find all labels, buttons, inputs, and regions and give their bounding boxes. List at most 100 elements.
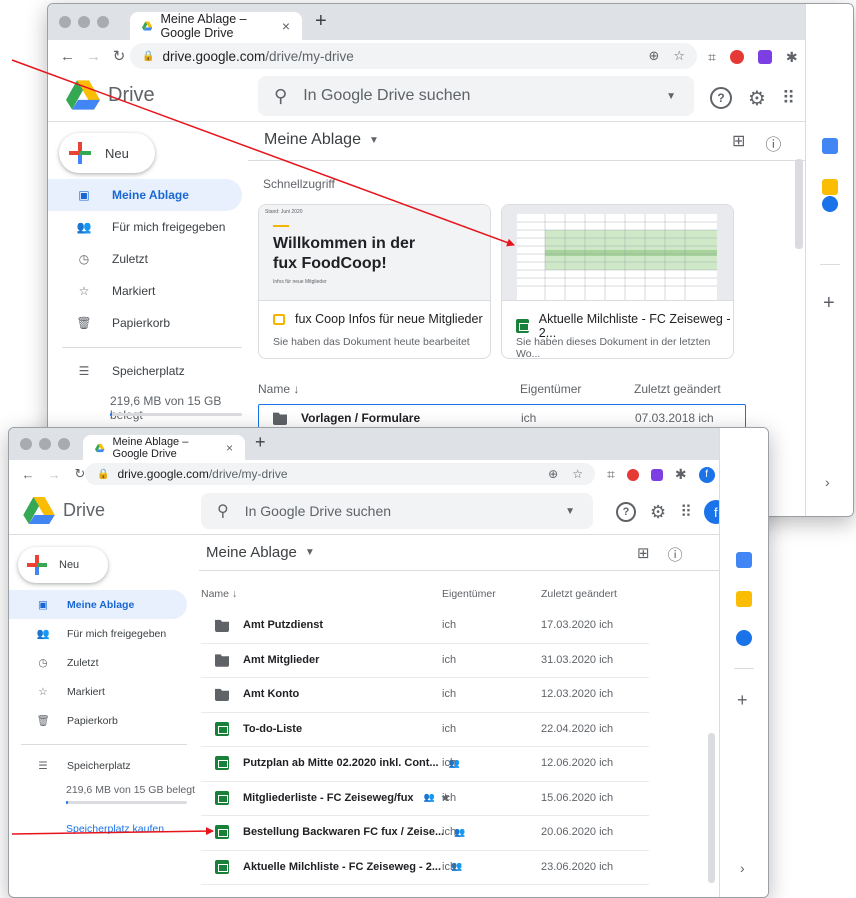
puzzle-extensions-icon[interactable]: ✱ xyxy=(786,49,798,66)
table-row[interactable]: Putzplan ab Mitte 02.2020 inkl. Cont... 👥… xyxy=(201,746,649,782)
close-window-dot[interactable] xyxy=(59,16,71,28)
add-circle-icon[interactable]: ⊕ xyxy=(648,48,659,64)
heart-ext-icon[interactable] xyxy=(626,468,639,481)
purple-ext-icon[interactable] xyxy=(650,468,663,481)
quick-access-card[interactable]: Stand: Juni 2020 Willkommen in der fux F… xyxy=(258,204,491,359)
name-column-header[interactable]: Name ↓ xyxy=(258,382,299,396)
reload-icon[interactable]: ↻ xyxy=(112,47,126,65)
browser-tab[interactable]: Meine Ablage – Google Drive × xyxy=(130,12,302,40)
add-addon-icon[interactable]: + xyxy=(737,690,748,711)
sidebar-item-trash[interactable]: 🗑 Papierkorb xyxy=(48,307,170,339)
sidebar-item-shared[interactable]: 👥 Für mich freigegeben xyxy=(48,211,226,243)
search-icon[interactable]: ⚲ xyxy=(274,86,287,107)
expand-panel-icon[interactable]: › xyxy=(825,474,830,490)
search-options-icon[interactable]: ▼ xyxy=(565,506,575,517)
bookmark-star-icon[interactable]: ☆ xyxy=(572,467,583,481)
grid-view-icon[interactable]: ⊞ xyxy=(732,131,745,155)
title-dropdown-icon[interactable]: ▼ xyxy=(305,547,315,558)
page-title[interactable]: Meine Ablage ▼ xyxy=(264,131,379,149)
new-tab-button[interactable]: + xyxy=(255,432,266,453)
drive-logo[interactable]: Drive xyxy=(66,80,155,110)
table-row[interactable]: Amt Konto ich 12.03.2020 ich xyxy=(201,677,649,713)
forward-arrow-icon[interactable]: → xyxy=(47,467,61,482)
minimize-window-dot[interactable] xyxy=(78,16,90,28)
search-icon[interactable]: ⚲ xyxy=(217,501,229,521)
add-addon-icon[interactable]: + xyxy=(823,292,835,315)
sidebar-item-recent[interactable]: ◷ Zuletzt xyxy=(9,648,98,677)
table-row[interactable]: Amt Putzdienst ich 17.03.2020 ich xyxy=(201,608,649,644)
sidebar-item-storage[interactable]: ☰ Speicherplatz xyxy=(9,753,130,779)
new-button[interactable]: Neu xyxy=(18,547,108,583)
new-button[interactable]: Neu xyxy=(59,133,155,173)
calendar-icon[interactable] xyxy=(822,138,838,154)
apps-grid-icon[interactable]: ⠿ xyxy=(782,88,795,109)
sidebar-item-storage[interactable]: ☰ Speicherplatz xyxy=(48,357,185,385)
close-tab-icon[interactable]: × xyxy=(226,441,233,455)
table-row[interactable]: Amt Mitglieder ich 31.03.2020 ich xyxy=(201,643,649,678)
settings-gear-icon[interactable]: ⚙ xyxy=(748,86,766,111)
table-row[interactable]: To-do-Liste ich 22.04.2020 ich xyxy=(201,712,649,747)
heart-ext-icon[interactable] xyxy=(729,50,744,64)
sidebar-item-trash[interactable]: 🗑 Papierkorb xyxy=(9,706,117,735)
search-input[interactable]: In Google Drive suchen xyxy=(245,503,391,519)
help-icon[interactable]: ? xyxy=(616,502,636,522)
omnibox[interactable]: 🔒 drive.google.com /drive/my-drive ⊕ ☆ xyxy=(85,463,595,485)
search-box[interactable]: ⚲ In Google Drive suchen ▼ xyxy=(201,493,593,529)
table-row[interactable]: Mitgliederliste - FC Zeiseweg/fux 👥 ★ ich 15… xyxy=(201,781,649,816)
bookmark-star-icon[interactable]: ☆ xyxy=(673,48,685,64)
title-dropdown-icon[interactable]: ▼ xyxy=(369,135,379,146)
sidebar-item-starred[interactable]: ☆ Markiert xyxy=(48,275,156,307)
tasks-icon[interactable] xyxy=(822,196,838,212)
back-arrow-icon[interactable]: ← xyxy=(21,467,35,482)
close-tab-icon[interactable]: × xyxy=(282,18,290,34)
settings-gear-icon[interactable]: ⚙ xyxy=(650,502,666,523)
window-controls[interactable] xyxy=(59,16,109,28)
name-column-header[interactable]: Name ↓ xyxy=(201,588,237,600)
add-circle-icon[interactable]: ⊕ xyxy=(548,467,558,481)
scrollbar[interactable] xyxy=(708,733,715,883)
table-row[interactable]: Bestellung Backwaren FC fux / Zeise... 👥 i… xyxy=(201,815,649,851)
maximize-window-dot[interactable] xyxy=(97,16,109,28)
search-input[interactable]: In Google Drive suchen xyxy=(303,87,470,105)
screenshot-ext-icon[interactable]: ⌗ xyxy=(708,49,716,66)
help-icon[interactable]: ? xyxy=(710,87,732,109)
new-tab-button[interactable]: + xyxy=(315,10,327,33)
apps-grid-icon[interactable]: ⠿ xyxy=(680,502,692,522)
back-arrow-icon[interactable]: ← xyxy=(60,48,75,65)
info-icon[interactable]: ⓘ xyxy=(668,544,683,565)
omnibox[interactable]: 🔒 drive.google.com /drive/my-drive ⊕ ☆ xyxy=(130,43,697,69)
browser-profile-avatar[interactable]: f xyxy=(698,466,715,483)
sidebar-item-my-drive[interactable]: ▣ Meine Ablage xyxy=(48,179,242,211)
quick-access-card[interactable]: Aktuelle Milchliste - FC Zeiseweg - 2...… xyxy=(501,204,734,359)
owner-column-header[interactable]: Eigentümer xyxy=(442,588,496,600)
maximize-window-dot[interactable] xyxy=(58,438,70,450)
window-controls[interactable] xyxy=(20,438,70,450)
page-title[interactable]: Meine Ablage ▼ xyxy=(206,544,315,561)
scrollbar[interactable] xyxy=(795,159,803,249)
screenshot-ext-icon[interactable]: ⌗ xyxy=(607,466,615,483)
info-icon[interactable]: ⓘ xyxy=(765,131,781,155)
forward-arrow-icon[interactable]: → xyxy=(86,48,101,65)
sidebar-item-my-drive[interactable]: ▣ Meine Ablage xyxy=(9,590,187,619)
grid-view-icon[interactable]: ⊞ xyxy=(637,544,650,565)
search-options-icon[interactable]: ▼ xyxy=(666,91,676,102)
keep-icon[interactable] xyxy=(736,591,752,607)
owner-column-header[interactable]: Eigentümer xyxy=(520,382,581,396)
puzzle-extensions-icon[interactable]: ✱ xyxy=(675,466,687,483)
expand-panel-icon[interactable]: › xyxy=(740,860,745,876)
keep-icon[interactable] xyxy=(822,179,838,195)
buy-storage-link[interactable]: Speicherplatz kaufen xyxy=(66,823,164,835)
modified-column-header[interactable]: Zuletzt geändert xyxy=(541,588,617,600)
table-row[interactable]: Aktuelle Milchliste - FC Zeiseweg - 2...… xyxy=(201,850,649,885)
sidebar-item-recent[interactable]: ◷ Zuletzt xyxy=(48,243,148,275)
minimize-window-dot[interactable] xyxy=(39,438,51,450)
purple-ext-icon[interactable] xyxy=(757,50,772,64)
sidebar-item-starred[interactable]: ☆ Markiert xyxy=(9,677,105,706)
drive-logo[interactable]: Drive xyxy=(23,497,105,524)
modified-column-header[interactable]: Zuletzt geändert xyxy=(634,382,721,396)
sidebar-item-shared[interactable]: 👥 Für mich freigegeben xyxy=(9,619,166,648)
browser-tab[interactable]: Meine Ablage – Google Drive × xyxy=(83,435,245,460)
calendar-icon[interactable] xyxy=(736,552,752,568)
search-box[interactable]: ⚲ In Google Drive suchen ▼ xyxy=(258,76,694,116)
tasks-icon[interactable] xyxy=(736,630,752,646)
